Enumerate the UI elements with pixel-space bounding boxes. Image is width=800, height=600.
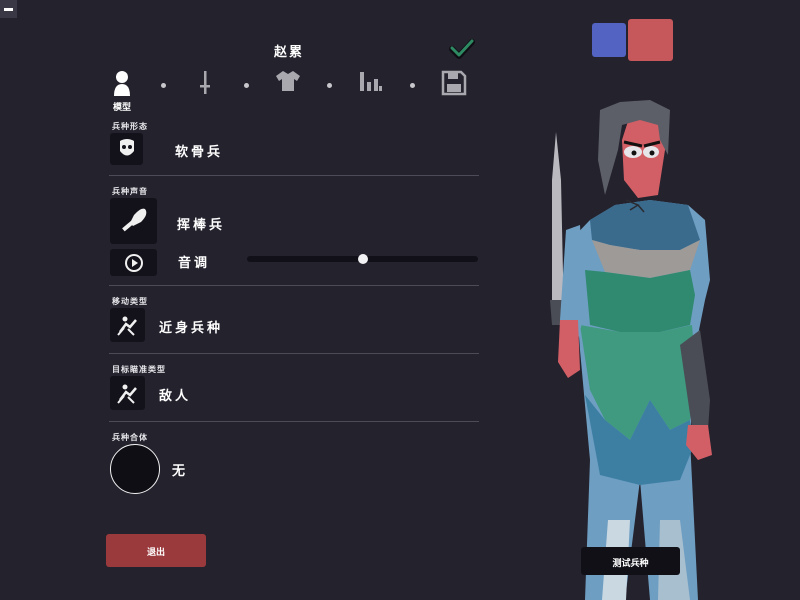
section-divider: [109, 353, 479, 354]
pitch-slider-handle[interactable]: [357, 254, 368, 264]
bar-chart-icon: [360, 72, 382, 91]
tab-stats[interactable]: [354, 70, 388, 110]
play-voice-button[interactable]: [110, 249, 157, 276]
unit-preview-model: [550, 100, 712, 600]
tab-separator-dot: [161, 83, 166, 88]
combine-value: 无: [172, 464, 189, 479]
melee-fighter-icon: [116, 316, 137, 336]
sword-icon: [200, 71, 210, 94]
test-unit-button[interactable]: 测试兵种: [581, 547, 680, 575]
pitch-slider[interactable]: [247, 254, 478, 264]
section-divider: [109, 175, 479, 176]
unit-form-selector[interactable]: [110, 133, 143, 165]
section-divider: [109, 421, 479, 422]
person-icon: [114, 71, 130, 96]
tab-separator-dot: [327, 83, 332, 88]
editor-tabs: 模型: [105, 70, 475, 114]
movement-selector[interactable]: [110, 308, 145, 342]
unit-form-label: 兵种形态: [112, 122, 148, 131]
club-icon: [121, 208, 146, 232]
exit-button[interactable]: 退出: [106, 534, 206, 567]
confirm-checkmark-icon[interactable]: [449, 37, 475, 61]
unit-voice-value: 挥棒兵: [177, 218, 226, 233]
tab-save[interactable]: [437, 70, 471, 110]
enemy-target-icon: [116, 384, 137, 404]
combine-unit-slot[interactable]: [110, 444, 160, 494]
tab-model-label: 模型: [112, 103, 131, 113]
unit-voice-label: 兵种声音: [112, 187, 148, 196]
tab-model[interactable]: 模型: [105, 70, 139, 113]
shirt-icon: [276, 71, 300, 91]
movement-value: 近身兵种: [159, 321, 224, 336]
targeting-label: 目标瞄准类型: [112, 365, 166, 374]
floppy-disk-icon: [441, 70, 467, 96]
unit-name-title: 赵累: [273, 45, 304, 60]
combine-label: 兵种合体: [112, 433, 148, 442]
test-unit-button-label: 测试兵种: [612, 559, 649, 569]
exit-button-label: 退出: [146, 548, 165, 558]
team-red-swatch[interactable]: [628, 19, 673, 61]
play-icon: [124, 253, 143, 272]
tab-separator-dot: [244, 83, 249, 88]
mask-icon: [119, 139, 134, 156]
menu-icon[interactable]: [0, 0, 17, 18]
section-divider: [109, 285, 479, 286]
team-blue-swatch[interactable]: [592, 23, 626, 57]
unit-voice-selector[interactable]: [110, 198, 157, 244]
tab-clothing[interactable]: [271, 70, 305, 110]
tab-weapon[interactable]: [188, 70, 222, 110]
unit-form-value: 软骨兵: [175, 145, 224, 160]
pitch-label: 音调: [178, 256, 211, 271]
tab-separator-dot: [410, 83, 415, 88]
targeting-selector[interactable]: [110, 376, 145, 410]
movement-label: 移动类型: [112, 297, 148, 306]
targeting-value: 敌人: [159, 389, 192, 404]
